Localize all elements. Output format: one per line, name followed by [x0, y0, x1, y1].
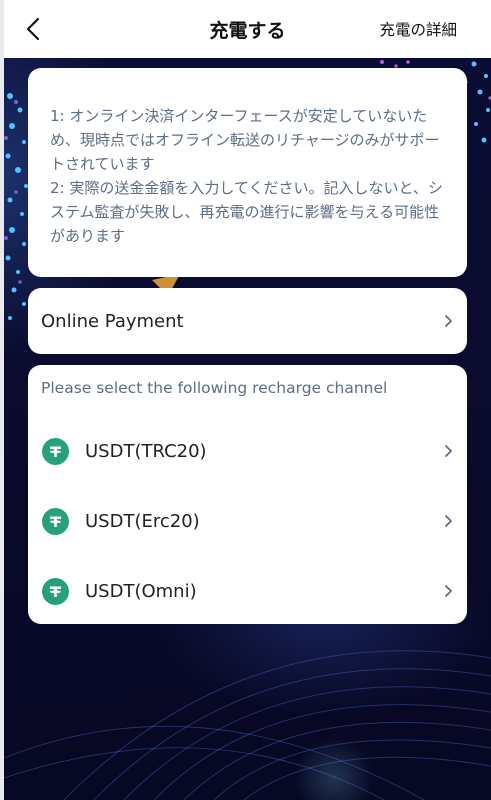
recharge-details-link[interactable]: 充電の詳細 [379, 0, 457, 58]
notice-card: 1: オンライン決済インターフェースが安定していないため、現時点ではオフライン転… [28, 68, 467, 277]
notice-line-2: 2: 実際の送金金額を入力してください。記入しないと、システム監査が失敗し、再充… [50, 179, 443, 245]
chevron-left-icon [26, 17, 40, 41]
chevron-right-icon [442, 584, 454, 598]
top-bar: 充電する 充電の詳細 [4, 0, 491, 58]
channel-label: USDT(Omni) [85, 580, 197, 602]
notice-line-1: 1: オンライン決済インターフェースが安定していないため、現時点ではオフライン転… [50, 107, 440, 173]
recharge-channel-card: Please select the following recharge cha… [28, 365, 467, 624]
chevron-right-icon [442, 444, 454, 458]
tether-icon [42, 507, 69, 535]
online-payment-label: Online Payment [41, 310, 184, 332]
back-button[interactable] [16, 12, 50, 46]
chevron-right-icon [442, 314, 454, 328]
channel-heading: Please select the following recharge cha… [41, 379, 388, 397]
channel-item-usdt-trc20[interactable]: USDT(TRC20) [28, 423, 467, 479]
channel-label: USDT(TRC20) [85, 440, 207, 462]
tether-icon [42, 437, 69, 465]
channel-item-usdt-omni[interactable]: USDT(Omni) [28, 563, 467, 619]
channel-label: USDT(Erc20) [85, 510, 200, 532]
app-frame: 充電する 充電の詳細 1: オンライン決済インターフェースが安定していないため、… [0, 0, 491, 800]
online-payment-row[interactable]: Online Payment [28, 288, 467, 354]
channel-item-usdt-erc20[interactable]: USDT(Erc20) [28, 493, 467, 549]
chevron-right-icon [442, 514, 454, 528]
tether-icon [42, 577, 69, 605]
